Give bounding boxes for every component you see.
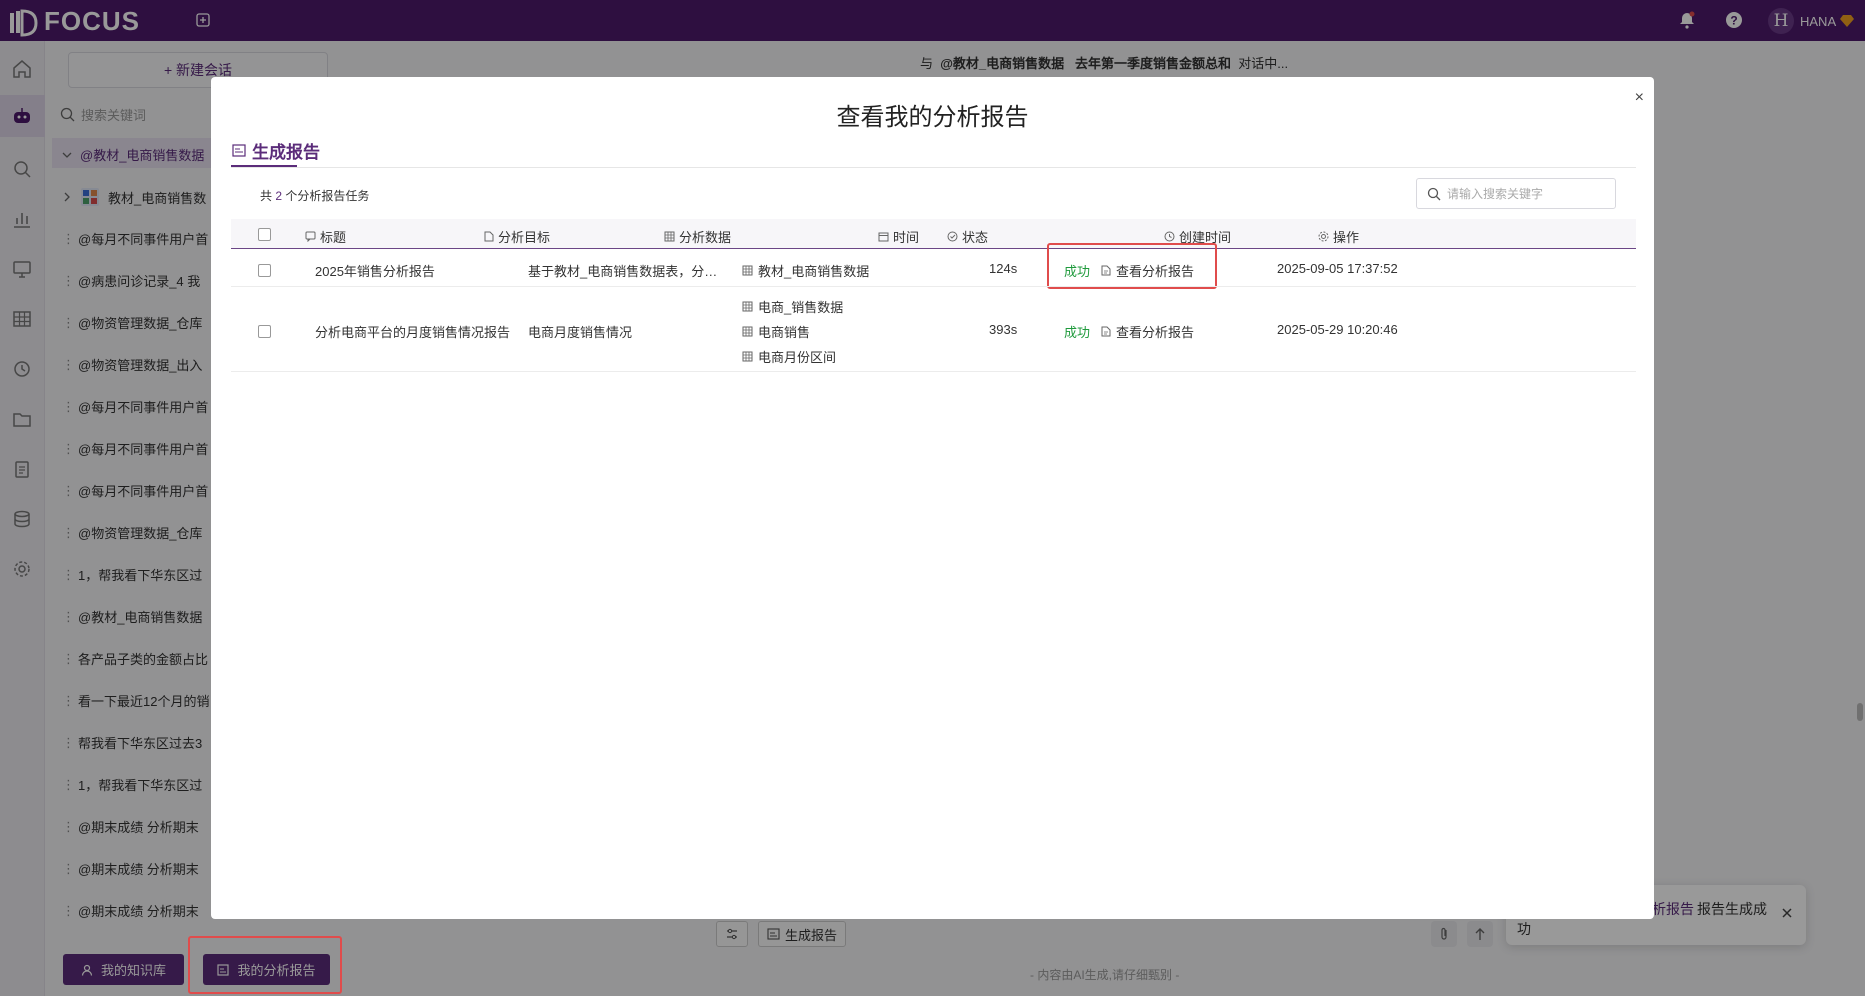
task-count: 共 2 个分析报告任务	[260, 187, 369, 204]
row-created: 2025-05-29 10:20:46	[1277, 322, 1398, 337]
check-circle-icon	[947, 231, 958, 242]
select-all-checkbox[interactable]	[258, 228, 271, 241]
report-button-highlight	[188, 936, 342, 994]
column-goal[interactable]: 分析目标	[484, 227, 550, 246]
tab-generate-report-label: 生成报告	[252, 138, 320, 163]
row-checkbox[interactable]	[258, 264, 271, 277]
column-action-label: 操作	[1333, 227, 1359, 246]
gear-icon	[1318, 231, 1329, 242]
row-data-label: 电商_销售数据	[758, 297, 843, 316]
table-icon	[742, 301, 753, 312]
row-goal-text: 基于教材_电商销售数据表，分析...	[528, 261, 728, 280]
report-search-input[interactable]	[1447, 187, 1607, 201]
document-icon	[1101, 326, 1111, 337]
view-report-label: 查看分析报告	[1116, 322, 1194, 341]
comment-icon	[305, 231, 316, 242]
clock-icon	[1164, 231, 1175, 242]
row-data-item[interactable]: 电商月份区间	[742, 347, 836, 366]
tab-divider	[231, 167, 1636, 168]
modal-close-icon[interactable]: ×	[1635, 89, 1644, 107]
row-title[interactable]: 2025年销售分析报告	[315, 261, 435, 280]
column-title-label: 标题	[320, 227, 346, 246]
row-goal: 基于教材_电商销售数据表，分析...	[528, 261, 728, 280]
column-status[interactable]: 状态	[947, 227, 988, 246]
tab-generate-report[interactable]: 生成报告	[232, 138, 320, 167]
column-goal-label: 分析目标	[498, 227, 550, 246]
row-data-item[interactable]: 电商销售	[742, 322, 810, 341]
task-count-suffix: 个分析报告任务	[285, 189, 369, 203]
column-title[interactable]: 标题	[305, 227, 346, 246]
row-divider	[231, 286, 1636, 287]
column-action[interactable]: 操作	[1318, 227, 1359, 246]
view-report-highlight	[1047, 243, 1217, 289]
row-divider	[231, 371, 1636, 372]
row-checkbox[interactable]	[258, 325, 271, 338]
row-data-item[interactable]: 电商_销售数据	[742, 297, 843, 316]
row-data-label: 教材_电商销售数据	[758, 261, 869, 280]
task-count-prefix: 共	[260, 189, 272, 203]
column-status-label: 状态	[962, 227, 988, 246]
task-count-number: 2	[275, 189, 282, 203]
table-header: 标题 分析目标 分析数据 时间 状态 创建时间 操作	[231, 219, 1636, 249]
report-icon	[232, 144, 246, 157]
table-icon	[742, 265, 753, 276]
row-status-success: 成功	[1064, 322, 1090, 341]
row-title[interactable]: 分析电商平台的月度销售情况报告	[315, 322, 510, 341]
row-data-label: 电商销售	[758, 322, 810, 341]
report-search-box[interactable]	[1416, 178, 1616, 209]
column-time-label: 时间	[893, 227, 919, 246]
row-data-label: 电商月份区间	[758, 347, 836, 366]
column-data-label: 分析数据	[679, 227, 731, 246]
row-created: 2025-09-05 17:37:52	[1277, 261, 1398, 276]
document-icon	[484, 231, 494, 242]
row-time: 393s	[989, 322, 1017, 337]
grid-icon	[664, 231, 675, 242]
row-goal: 电商月度销售情况	[528, 322, 632, 341]
table-icon	[742, 326, 753, 337]
modal-title: 查看我的分析报告	[211, 97, 1654, 132]
column-data[interactable]: 分析数据	[664, 227, 731, 246]
table-icon	[742, 351, 753, 362]
row-data-item[interactable]: 教材_电商销售数据	[742, 261, 869, 280]
analysis-report-modal: 查看我的分析报告 × 生成报告 共 2 个分析报告任务 标题 分析目标 分析数据…	[211, 77, 1654, 919]
calendar-icon	[878, 231, 889, 242]
view-report-link[interactable]: 查看分析报告	[1101, 322, 1194, 341]
search-icon	[1427, 187, 1441, 201]
row-time: 124s	[989, 261, 1017, 276]
column-time[interactable]: 时间	[878, 227, 919, 246]
